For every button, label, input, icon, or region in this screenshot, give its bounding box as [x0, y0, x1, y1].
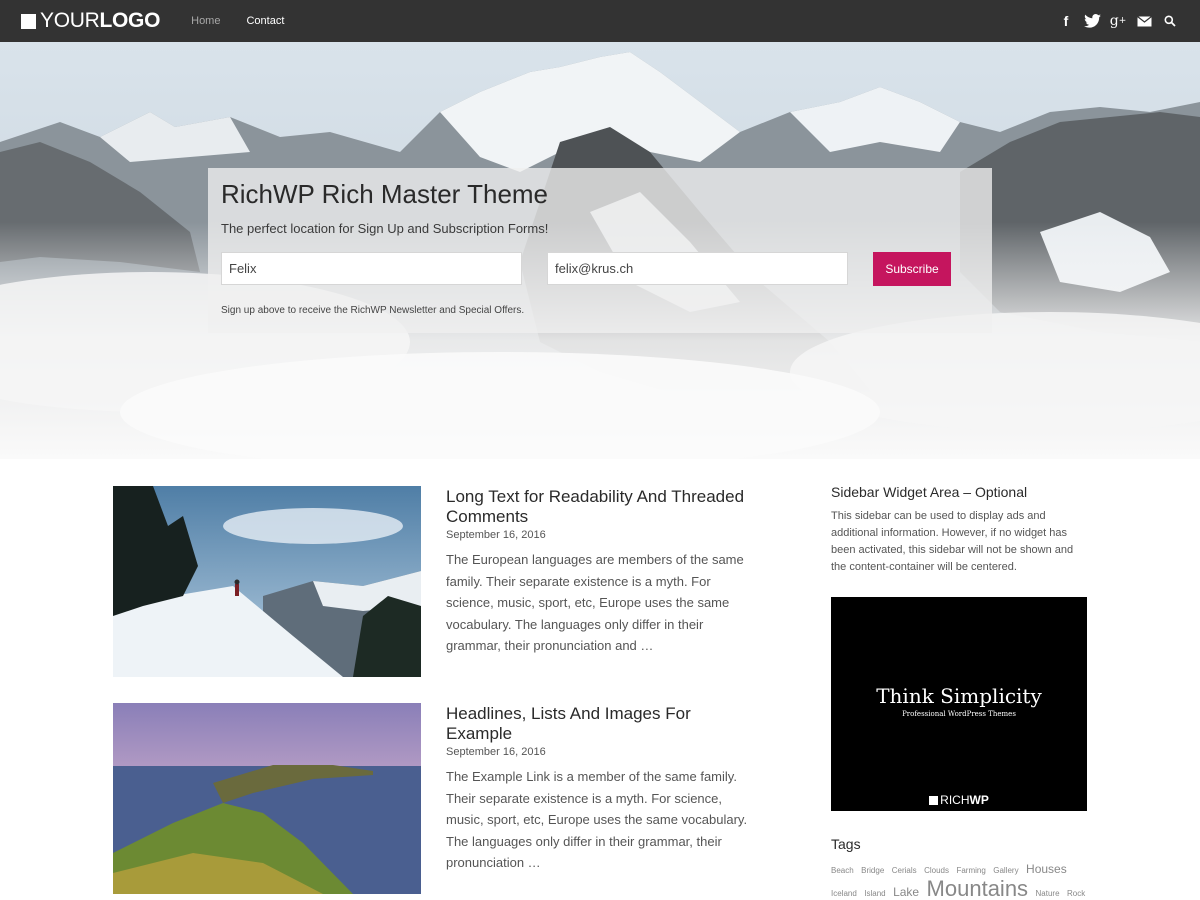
site-logo[interactable]: YOUR LOGO	[21, 9, 160, 33]
post-title-link[interactable]: Headlines, Lists And Images For Example	[446, 704, 756, 744]
tag-link[interactable]: Iceland	[831, 889, 857, 898]
post-thumbnail-snow-hiker[interactable]	[113, 486, 421, 677]
email-input[interactable]: felix@krus.ch	[547, 252, 848, 285]
name-input[interactable]: Felix	[221, 252, 522, 285]
brand-square-icon	[929, 795, 939, 805]
tag-link[interactable]: Clouds	[924, 866, 949, 875]
brand-text-light: RICH	[940, 793, 970, 807]
tag-link[interactable]: Rock	[1067, 889, 1085, 898]
facebook-icon[interactable]: f	[1054, 13, 1078, 29]
hero-section: RichWP Rich Master Theme The perfect loc…	[0, 42, 1200, 459]
nav-home-link[interactable]: Home	[191, 15, 220, 27]
sidebar-widget-title: Sidebar Widget Area – Optional	[831, 484, 1028, 500]
logo-text-bold: LOGO	[99, 9, 161, 32]
post-date: September 16, 2016	[446, 746, 546, 758]
tag-cloud: Beach Bridge Cerials Clouds Farming Gall…	[831, 860, 1093, 900]
google-plus-icon[interactable]: g +	[1106, 13, 1130, 29]
coast-image	[113, 703, 421, 894]
sidebar-widget-text: This sidebar can be used to display ads …	[831, 510, 1074, 573]
ad-subline: Professional WordPress Themes	[902, 710, 1016, 718]
search-icon[interactable]	[1158, 15, 1182, 27]
tag-link[interactable]: Cerials	[892, 866, 917, 875]
hero-title: RichWP Rich Master Theme	[221, 179, 549, 209]
tag-link[interactable]: Houses	[1026, 862, 1067, 876]
ad-brand-logo: RICH WP	[831, 793, 1087, 807]
post-excerpt: The Example Link is a member of the same…	[446, 769, 748, 870]
hero-subtitle: The perfect location for Sign Up and Sub…	[221, 221, 549, 236]
signup-box: RichWP Rich Master Theme The perfect loc…	[208, 168, 992, 333]
post-excerpt: The European languages are members of th…	[446, 552, 744, 653]
tag-link[interactable]: Beach	[831, 866, 854, 875]
snow-hiker-image	[113, 486, 421, 677]
tag-link[interactable]: Island	[864, 889, 885, 898]
tag-link[interactable]: Mountains	[927, 876, 1029, 900]
post-thumbnail-coast[interactable]	[113, 703, 421, 894]
social-icons: f g +	[1052, 0, 1182, 42]
post-card-1: Long Text for Readability And Threaded C…	[446, 487, 756, 657]
mail-icon[interactable]	[1132, 15, 1156, 27]
main-nav: Home Contact	[191, 15, 310, 27]
post-date: September 16, 2016	[446, 529, 546, 541]
logo-square-icon	[21, 13, 36, 29]
tags-title: Tags	[831, 836, 861, 852]
tag-link[interactable]: Farming	[956, 866, 985, 875]
signup-note: Sign up above to receive the RichWP News…	[221, 305, 525, 316]
subscribe-button[interactable]: Subscribe	[873, 252, 951, 286]
tag-link[interactable]: Gallery	[993, 866, 1018, 875]
top-navigation-bar: YOUR LOGO Home Contact f g +	[0, 0, 1200, 42]
tag-link[interactable]: Lake	[893, 885, 919, 899]
post-card-2: Headlines, Lists And Images For Example …	[446, 704, 756, 874]
tag-link[interactable]: Nature	[1036, 889, 1060, 898]
tag-link[interactable]: Bridge	[861, 866, 884, 875]
nav-contact-link[interactable]: Contact	[246, 15, 284, 27]
sidebar-ad-banner[interactable]: Think Simplicity Professional WordPress …	[831, 597, 1087, 811]
ad-headline: Think Simplicity	[876, 684, 1042, 708]
brand-text-bold: WP	[969, 793, 989, 807]
post-title-link[interactable]: Long Text for Readability And Threaded C…	[446, 487, 756, 527]
logo-text-light: YOUR	[40, 9, 100, 32]
twitter-icon[interactable]	[1080, 14, 1104, 28]
